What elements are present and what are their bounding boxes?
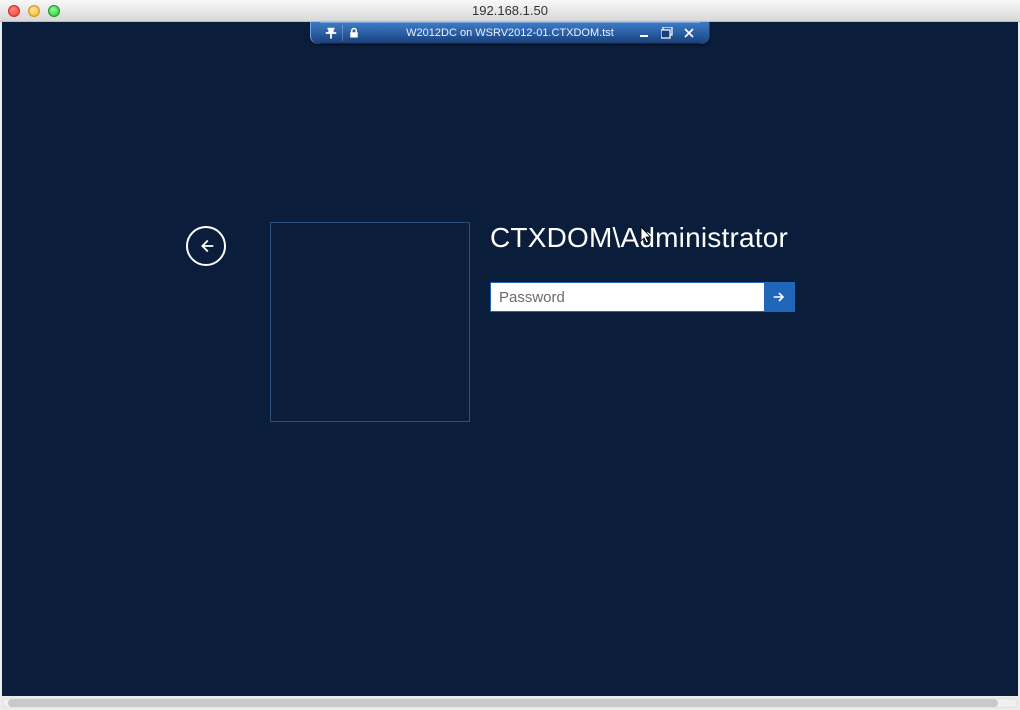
lock-button[interactable] xyxy=(343,22,365,44)
remote-desktop-viewport: W2012DC on WSRV2012-01.CTXDOM.tst xyxy=(2,22,1018,696)
submit-button[interactable] xyxy=(764,283,794,311)
mac-minimize-button[interactable] xyxy=(28,5,40,17)
back-button[interactable] xyxy=(186,226,226,266)
mac-window-title: 192.168.1.50 xyxy=(0,3,1020,18)
horizontal-scrollbar[interactable] xyxy=(2,698,1018,708)
arrow-right-icon xyxy=(771,289,787,305)
close-icon xyxy=(684,28,694,38)
traffic-lights xyxy=(0,5,60,17)
window-body: W2012DC on WSRV2012-01.CTXDOM.tst xyxy=(0,22,1020,710)
mac-zoom-button[interactable] xyxy=(48,5,60,17)
pin-button[interactable] xyxy=(320,22,342,44)
username-label: CTXDOM\Administrator xyxy=(490,222,795,254)
minimize-icon xyxy=(640,28,650,38)
restore-button[interactable] xyxy=(656,22,678,44)
arrow-left-icon xyxy=(195,235,217,257)
rdp-connection-bar[interactable]: W2012DC on WSRV2012-01.CTXDOM.tst xyxy=(310,22,710,44)
login-screen: CTXDOM\Administrator xyxy=(2,222,1018,422)
connection-bar-cap-left xyxy=(310,22,320,44)
close-button[interactable] xyxy=(678,22,700,44)
user-avatar-placeholder xyxy=(270,222,470,422)
mac-titlebar: 192.168.1.50 xyxy=(0,0,1020,22)
connection-bar-title: W2012DC on WSRV2012-01.CTXDOM.tst xyxy=(366,27,654,39)
restore-icon xyxy=(661,27,673,39)
password-input[interactable] xyxy=(491,283,764,311)
connection-bar-body: W2012DC on WSRV2012-01.CTXDOM.tst xyxy=(320,22,700,44)
mac-close-button[interactable] xyxy=(8,5,20,17)
lock-icon xyxy=(348,27,360,39)
minimize-button[interactable] xyxy=(634,22,656,44)
scrollbar-thumb[interactable] xyxy=(8,699,998,707)
pin-icon xyxy=(324,26,338,40)
credentials-column: CTXDOM\Administrator xyxy=(490,222,795,422)
password-row xyxy=(490,282,795,312)
connection-bar-cap-right xyxy=(700,22,710,44)
